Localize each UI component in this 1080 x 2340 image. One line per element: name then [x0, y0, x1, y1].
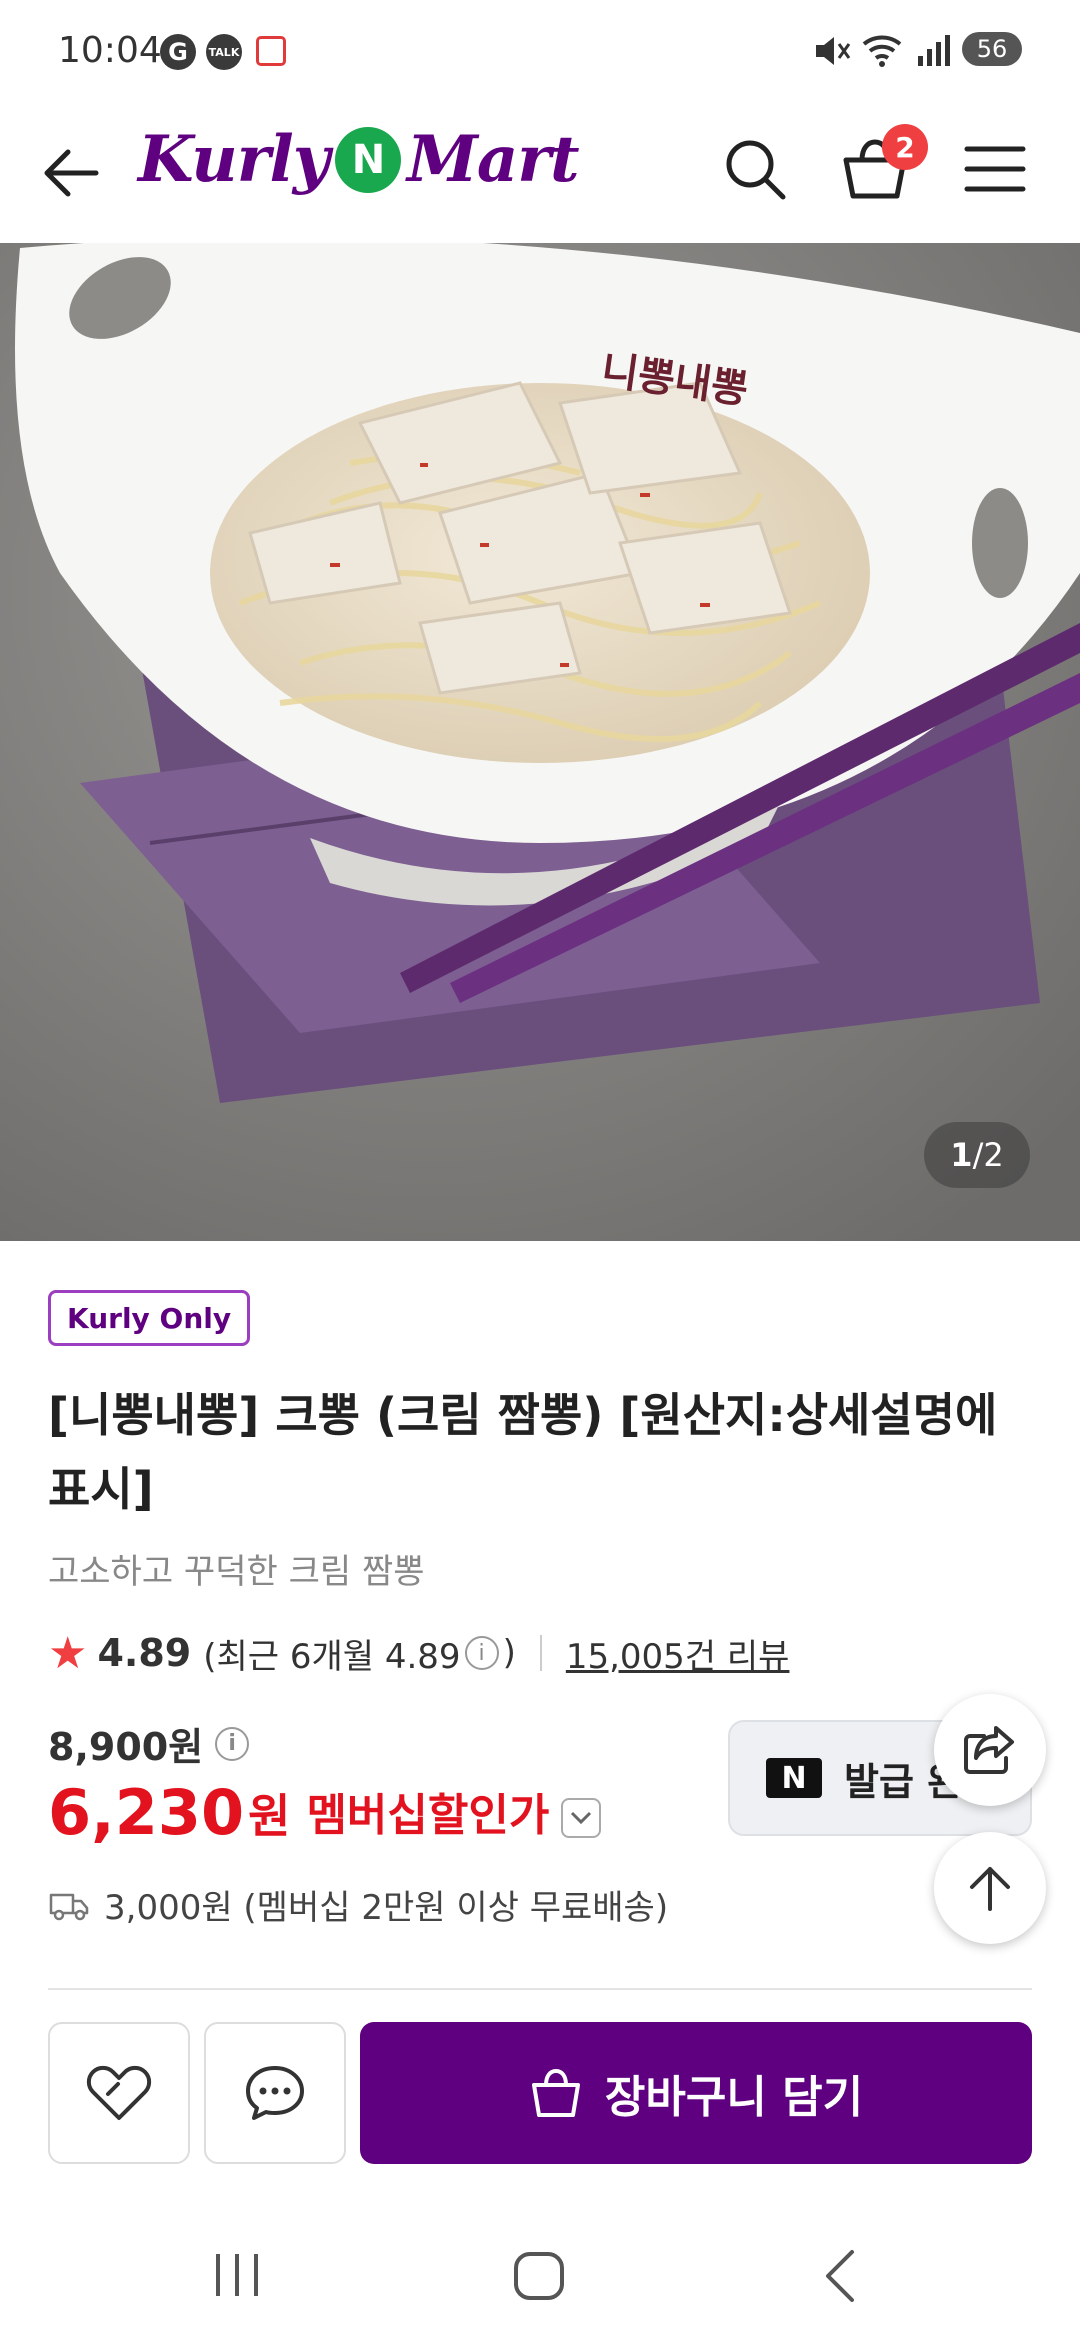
- menu-icon[interactable]: [964, 144, 1026, 194]
- chat-bubble-icon: [246, 2066, 304, 2120]
- image-separator: /: [972, 1136, 984, 1174]
- naver-n-icon: N: [766, 1758, 822, 1798]
- delivery-text: 3,000원 (멤버십 2만원 이상 무료배송): [104, 1888, 669, 1928]
- wifi-icon: [862, 35, 902, 67]
- logo-n-circle: N: [334, 126, 401, 193]
- kurly-n-mart-logo[interactable]: Kurly N Mart: [138, 122, 580, 197]
- section-divider: [48, 1988, 1032, 1990]
- original-price: 8,900원: [48, 1725, 204, 1769]
- delivery-info: 3,000원 (멤버십 2만원 이상 무료배송): [48, 1880, 668, 1929]
- product-image[interactable]: 니뽕내뽕: [0, 243, 1080, 1241]
- arrow-up-icon: [970, 1867, 1010, 1911]
- scroll-top-button[interactable]: [934, 1832, 1046, 1944]
- image-page-counter: 1 / 2: [924, 1122, 1030, 1188]
- rating-value: 4.89: [97, 1631, 192, 1675]
- share-icon: [964, 1726, 1014, 1774]
- kurly-only-badge: Kurly Only: [48, 1290, 251, 1346]
- rating-row: ★ 4.89 (최근 6개월 4.89 i ) 15,005건 리뷰: [48, 1627, 790, 1679]
- battery-indicator: 56: [962, 32, 1022, 66]
- chevron-down-icon[interactable]: [561, 1798, 602, 1838]
- price-info-icon[interactable]: i: [215, 1726, 250, 1761]
- rating-info-icon[interactable]: i: [464, 1636, 499, 1670]
- back-arrow-icon[interactable]: [40, 146, 102, 200]
- home-icon[interactable]: [512, 2250, 566, 2302]
- image-current: 1: [950, 1136, 973, 1174]
- delivery-truck-icon: [49, 1893, 89, 1920]
- share-button[interactable]: [934, 1694, 1046, 1806]
- membership-label: 멤버십할인가: [306, 1790, 550, 1841]
- add-to-cart-button[interactable]: 장바구니 담기: [360, 2022, 1032, 2164]
- product-title: [니뽕내뽕] 크뽕 (크림 짬뽕) [원산지:상세설명에 표시]: [48, 1388, 998, 1516]
- image-total: 2: [983, 1136, 1004, 1174]
- cart-count-badge: 2: [882, 124, 928, 170]
- add-to-cart-label: 장바구니 담기: [604, 2072, 864, 2123]
- heart-icon: [86, 2065, 152, 2120]
- rating-recent: (최근 6개월 4.89: [203, 1636, 461, 1677]
- kakaotalk-icon: TALK: [206, 34, 242, 70]
- recent-apps-icon[interactable]: [212, 2252, 262, 2298]
- wishlist-button[interactable]: [48, 2022, 190, 2164]
- product-photo: 니뽕내뽕: [0, 243, 1080, 1241]
- search-icon[interactable]: [722, 136, 788, 202]
- logo-kurly: Kurly: [138, 122, 330, 197]
- logo-mart: Mart: [406, 122, 580, 197]
- sale-price: 6,230: [48, 1776, 245, 1849]
- calendar-icon: [256, 36, 286, 66]
- google-icon: G: [160, 34, 196, 70]
- rating-recent-close: ): [502, 1633, 516, 1673]
- mute-icon: [816, 37, 851, 65]
- rating-divider: [539, 1635, 542, 1671]
- original-price-row: 8,900원 i: [48, 1716, 253, 1771]
- status-bar: 10:04 G TALK 56: [0, 0, 1080, 100]
- product-subtitle: 고소하고 꾸덕한 크림 짬뽕: [48, 1552, 425, 1592]
- inquiry-button[interactable]: [204, 2022, 346, 2164]
- nav-back-icon[interactable]: [820, 2248, 860, 2304]
- star-icon: ★: [48, 1627, 88, 1679]
- signal-icon: [918, 35, 950, 66]
- shopping-bag-icon: [531, 2068, 580, 2117]
- status-time: 10:04: [58, 30, 162, 71]
- review-count-link[interactable]: 15,005건 리뷰: [566, 1629, 790, 1678]
- sale-price-unit: 원: [248, 1789, 291, 1843]
- sale-price-row: 6,230 원 멤버십할인가: [48, 1776, 602, 1849]
